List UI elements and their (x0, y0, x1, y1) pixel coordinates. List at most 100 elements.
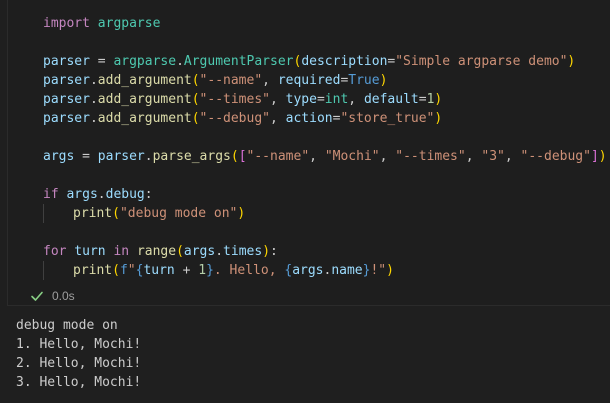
code-token: add_argument (97, 92, 192, 107)
code-token: parser (43, 54, 90, 69)
code-token: = (89, 54, 114, 69)
code-token: . (89, 111, 98, 126)
code-token: , (504, 149, 521, 164)
code-token: import (43, 16, 90, 31)
code-token: args (58, 187, 98, 202)
code-token: ) (379, 73, 388, 88)
code-token: turn (66, 244, 106, 259)
code-token: debug (105, 187, 145, 202)
code-token: = (74, 149, 98, 164)
code-token: in (105, 244, 130, 259)
code-token: . (176, 54, 184, 69)
code-token: "Mochi" (324, 149, 380, 164)
code-token: ) (598, 149, 607, 164)
code-token: ) (434, 111, 443, 126)
code-token: times (223, 244, 263, 259)
output-line: 2. Hello, Mochi! (16, 356, 142, 371)
code-cell[interactable]: import argparse​parser = argparse.Argume… (7, 0, 610, 306)
code-line[interactable]: parser.add_argument("--name", required=T… (43, 71, 607, 90)
code-token: argparse (113, 54, 177, 69)
code-token: range (136, 244, 177, 259)
code-token: "--name" (246, 149, 310, 164)
code-line[interactable]: if args.debug: (43, 185, 607, 204)
code-token: description (301, 54, 388, 69)
code-token: . (144, 149, 153, 164)
code-token: ( (112, 206, 120, 221)
code-line[interactable]: args = parser.parse_args(["--name", "Moc… (43, 147, 607, 166)
code-token: ( (191, 111, 200, 126)
code-line[interactable]: parser = argparse.ArgumentParser(descrip… (43, 52, 607, 71)
code-token: . (97, 187, 106, 202)
code-token: argparse (89, 16, 161, 31)
code-token: print (73, 263, 113, 278)
code-token: parser (43, 73, 90, 88)
code-token: ) (567, 54, 576, 69)
code-line[interactable]: for turn in range(args.times): (43, 242, 607, 261)
code-token: action (285, 111, 333, 126)
code-line[interactable]: print(f"{turn + 1}. Hello, {args.name}!"… (43, 261, 607, 280)
code-token: { (284, 263, 293, 278)
code-token: parser (97, 149, 145, 164)
code-token: " (127, 263, 136, 278)
code-token: ( (176, 244, 184, 259)
code-editor[interactable]: import argparse​parser = argparse.Argume… (43, 14, 607, 280)
code-token: = (418, 92, 427, 107)
code-line[interactable]: parser.add_argument("--debug", action="s… (43, 109, 607, 128)
code-token: "--times" (199, 92, 270, 107)
output-line: 3. Hello, Mochi! (16, 375, 142, 390)
code-token: [ (238, 149, 247, 164)
code-token: parser (43, 92, 90, 107)
code-token: "--debug" (199, 111, 270, 126)
execution-duration: 0.0s (52, 289, 75, 303)
code-token: "--times" (395, 149, 466, 164)
code-token: . Hello, (213, 263, 285, 278)
code-token: if (43, 187, 59, 202)
code-line[interactable]: ​ (43, 166, 607, 185)
code-line[interactable]: print("debug mode on") (43, 204, 607, 223)
code-token: = (316, 92, 325, 107)
code-token: , (348, 92, 364, 107)
code-token: : (144, 187, 153, 202)
output-line: debug mode on (16, 318, 118, 333)
code-token: , (379, 149, 396, 164)
code-token: "3" (481, 149, 505, 164)
code-line[interactable]: ​ (43, 223, 607, 242)
code-line[interactable]: import argparse (43, 14, 607, 33)
code-token: ( (191, 73, 200, 88)
code-token: name (331, 263, 363, 278)
code-token: int (324, 92, 349, 107)
cell-output: debug mode on 1. Hello, Mochi! 2. Hello, M… (16, 316, 141, 392)
cell-status: 0.0s (30, 287, 75, 305)
code-token: turn (143, 263, 175, 278)
code-line[interactable]: ​ (43, 33, 607, 52)
code-token: . (215, 244, 224, 259)
code-token: print (73, 206, 113, 221)
code-token: f (119, 263, 128, 278)
indent-guide (43, 261, 73, 280)
code-token: ) (386, 263, 394, 278)
code-line[interactable]: parser.add_argument("--times", type=int,… (43, 90, 607, 109)
code-line[interactable]: ​ (43, 128, 607, 147)
code-token: , (465, 149, 482, 164)
code-token: , (262, 73, 278, 88)
code-token: , (270, 111, 286, 126)
code-token: , (270, 92, 286, 107)
code-token: ) (237, 206, 246, 221)
code-token: args (183, 244, 216, 259)
code-token: "--name" (199, 73, 263, 88)
code-token: True (348, 73, 380, 88)
code-token: type (285, 92, 317, 107)
code-token: ( (230, 149, 239, 164)
code-token: default (363, 92, 419, 107)
code-token: required (277, 73, 341, 88)
code-token: . (89, 73, 98, 88)
code-token: 1 (198, 263, 207, 278)
code-token: add_argument (97, 111, 192, 126)
code-token: ] (590, 149, 599, 164)
code-token: + (174, 263, 199, 278)
indent-guide (43, 204, 73, 223)
code-token: "Simple argparse demo" (395, 54, 568, 69)
code-token: args (292, 263, 324, 278)
code-token: ArgumentParser (183, 54, 294, 69)
